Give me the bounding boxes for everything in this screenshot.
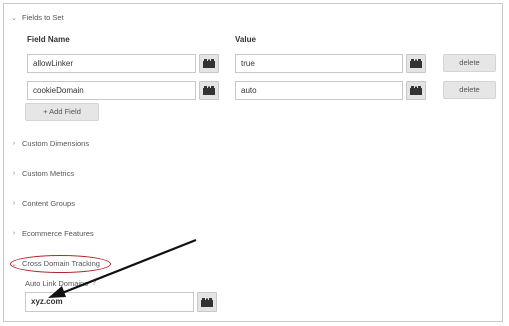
annotation-arrow [48,238,197,298]
